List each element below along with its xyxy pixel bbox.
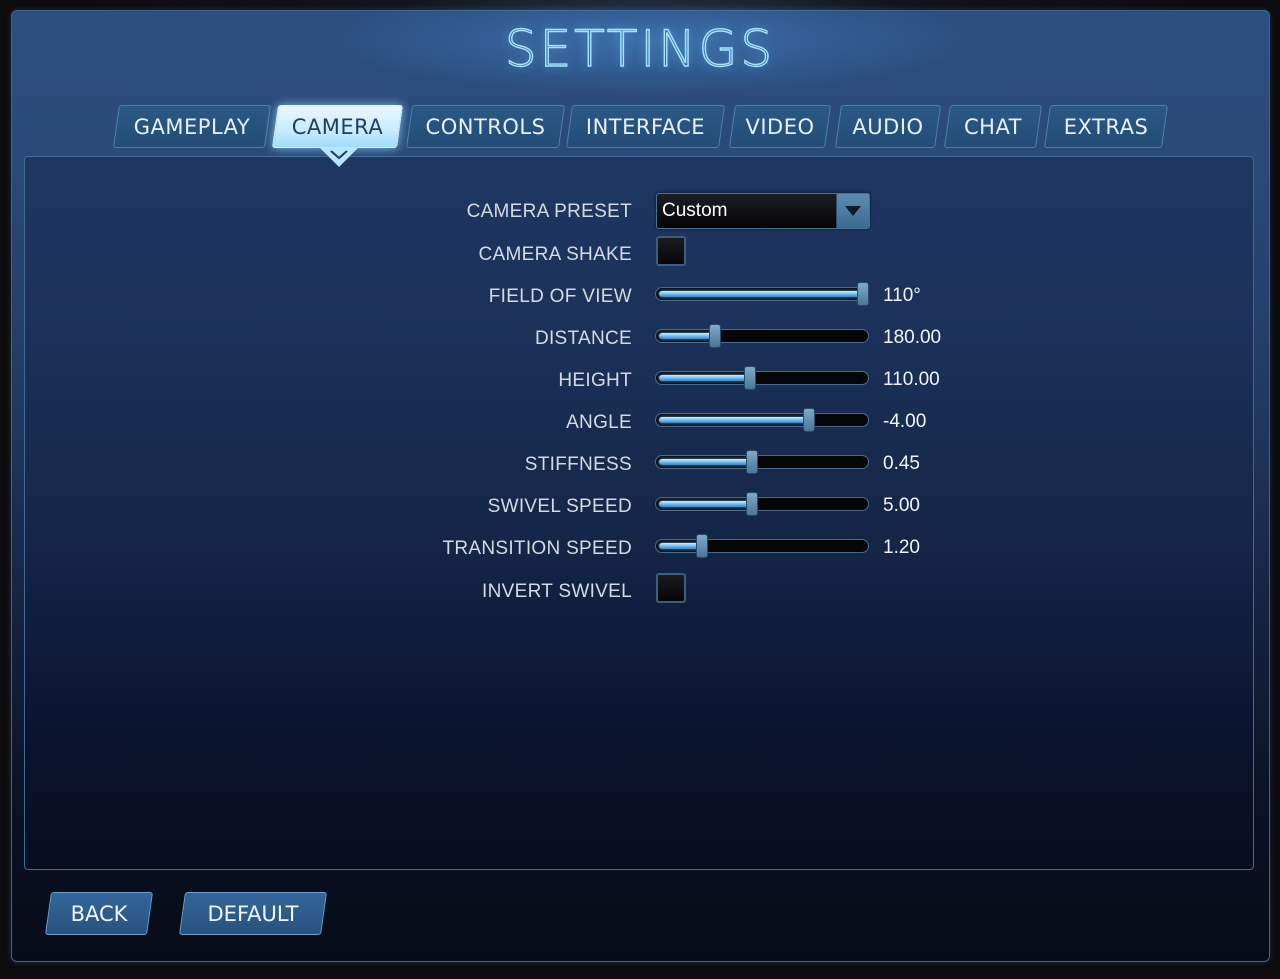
default-button[interactable]: DEFAULT — [178, 892, 328, 935]
tab-label: CAMERA — [291, 114, 384, 139]
setting-value: 5.00 — [883, 495, 920, 516]
tab-extras[interactable]: EXTRAS — [1043, 105, 1169, 148]
back-button-label: BACK — [70, 901, 128, 926]
setting-label: HEIGHT — [558, 370, 632, 391]
slider-thumb[interactable] — [745, 450, 758, 474]
slider-fill — [659, 501, 752, 507]
setting-camera-shake: CAMERA SHAKE — [0, 236, 1280, 272]
tab-label: CHAT — [963, 114, 1023, 139]
invert-swivel-checkbox[interactable] — [656, 573, 686, 603]
slider-fill — [659, 417, 810, 423]
tab-camera[interactable]: CAMERA — [271, 105, 404, 148]
swivel-speed-slider[interactable] — [655, 492, 869, 516]
back-button[interactable]: BACK — [44, 892, 154, 935]
setting-swivel-speed: SWIVEL SPEED 5.00 — [0, 488, 1280, 524]
default-button-label: DEFAULT — [207, 901, 299, 926]
setting-label: CAMERA PRESET — [466, 201, 632, 222]
stiffness-slider[interactable] — [655, 450, 869, 474]
setting-camera-preset: CAMERA PRESET Custom — [0, 193, 1280, 229]
transition-speed-slider[interactable] — [655, 534, 869, 558]
setting-label: ANGLE — [566, 412, 632, 433]
tab-gameplay[interactable]: GAMEPLAY — [112, 105, 272, 148]
setting-value: 180.00 — [883, 327, 942, 348]
active-tab-pointer-icon — [319, 147, 359, 167]
tab-label: INTERFACE — [585, 114, 706, 139]
slider-thumb[interactable] — [803, 408, 816, 432]
page-title: SETTINGS — [504, 19, 776, 78]
slider-fill — [659, 375, 750, 381]
tab-video[interactable]: VIDEO — [728, 105, 832, 148]
angle-slider[interactable] — [655, 408, 869, 432]
slider-thumb[interactable] — [708, 324, 721, 348]
camera-shake-checkbox[interactable] — [656, 236, 686, 266]
slider-thumb[interactable] — [745, 492, 758, 516]
setting-label: INVERT SWIVEL — [482, 581, 632, 602]
setting-value: 110.00 — [883, 369, 940, 390]
height-slider[interactable] — [655, 366, 869, 390]
setting-label: CAMERA SHAKE — [478, 244, 632, 265]
slider-fill — [659, 333, 715, 339]
setting-field-of-view: FIELD OF VIEW 110° — [0, 278, 1280, 314]
dropdown-value: Custom — [662, 200, 728, 221]
setting-height: HEIGHT 110.00 — [0, 362, 1280, 398]
setting-value: 0.45 — [883, 453, 920, 474]
setting-label: FIELD OF VIEW — [488, 286, 632, 307]
setting-angle: ANGLE -4.00 — [0, 404, 1280, 440]
setting-label: TRANSITION SPEED — [442, 538, 632, 559]
setting-label: SWIVEL SPEED — [487, 496, 632, 517]
setting-transition-speed: TRANSITION SPEED 1.20 — [0, 530, 1280, 566]
setting-invert-swivel: INVERT SWIVEL — [0, 573, 1280, 609]
tab-label: VIDEO — [745, 114, 815, 139]
setting-distance: DISTANCE 180.00 — [0, 320, 1280, 356]
tab-label: AUDIO — [852, 114, 924, 139]
setting-value: 110° — [883, 285, 921, 306]
slider-thumb[interactable] — [856, 282, 869, 306]
distance-slider[interactable] — [655, 324, 869, 348]
slider-fill — [659, 291, 863, 297]
setting-label: DISTANCE — [534, 328, 632, 349]
slider-thumb[interactable] — [696, 534, 709, 558]
setting-stiffness: STIFFNESS 0.45 — [0, 446, 1280, 482]
tab-bar: GAMEPLAY CAMERA CONTROLS INTERFACE VIDEO… — [0, 105, 1280, 149]
setting-value: 1.20 — [883, 537, 920, 558]
tab-interface[interactable]: INTERFACE — [565, 105, 726, 148]
tab-audio[interactable]: AUDIO — [834, 105, 942, 148]
tab-controls[interactable]: CONTROLS — [405, 105, 566, 148]
slider-fill — [659, 459, 752, 465]
tab-label: GAMEPLAY — [133, 114, 251, 139]
tab-label: EXTRAS — [1063, 114, 1149, 139]
field-of-view-slider[interactable] — [655, 282, 869, 306]
setting-label: STIFFNESS — [524, 454, 632, 475]
setting-value: -4.00 — [883, 411, 927, 432]
camera-preset-dropdown[interactable]: Custom — [656, 193, 870, 229]
tab-label: CONTROLS — [425, 114, 546, 139]
tab-chat[interactable]: CHAT — [943, 105, 1043, 148]
slider-thumb[interactable] — [743, 366, 756, 390]
chevron-down-icon[interactable] — [836, 194, 869, 228]
